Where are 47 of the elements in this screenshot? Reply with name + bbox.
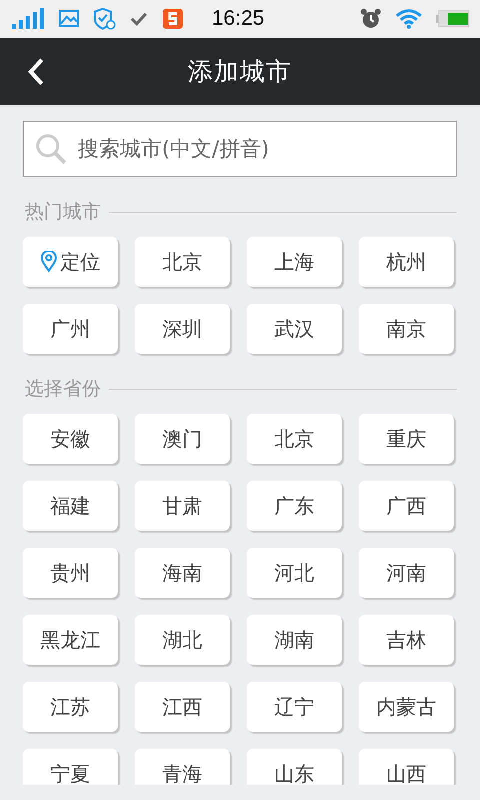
page-title: 添加城市 xyxy=(188,56,292,88)
check-icon xyxy=(130,12,148,26)
section-title: 选择省份 xyxy=(25,377,101,402)
section-title: 热门城市 xyxy=(25,200,101,225)
search-field[interactable]: 搜索城市(中文/拼音) xyxy=(23,121,457,177)
city-button[interactable]: 宁夏 xyxy=(23,749,118,785)
city-button[interactable]: 北京 xyxy=(247,414,342,464)
city-button[interactable]: 南京 xyxy=(359,304,454,354)
signal-icon xyxy=(12,8,44,30)
city-button[interactable]: 甘肃 xyxy=(135,481,230,531)
city-button[interactable]: 黑龙江 xyxy=(23,615,118,665)
city-button[interactable]: 湖南 xyxy=(247,615,342,665)
back-button[interactable] xyxy=(26,56,46,88)
city-button[interactable]: 海南 xyxy=(135,548,230,598)
app-icon xyxy=(162,8,184,30)
image-icon xyxy=(58,9,80,29)
city-button[interactable]: 辽宁 xyxy=(247,682,342,732)
locate-button[interactable]: 定位 xyxy=(23,237,118,287)
city-button[interactable]: 深圳 xyxy=(135,304,230,354)
shield-icon xyxy=(94,8,116,30)
city-button[interactable]: 杭州 xyxy=(359,237,454,287)
city-button[interactable]: 贵州 xyxy=(23,548,118,598)
battery-icon xyxy=(436,10,470,28)
city-button[interactable]: 吉林 xyxy=(359,615,454,665)
city-button[interactable]: 上海 xyxy=(247,237,342,287)
city-button[interactable]: 青海 xyxy=(135,749,230,785)
city-button[interactable]: 山西 xyxy=(359,749,454,785)
city-button[interactable]: 河南 xyxy=(359,548,454,598)
city-button[interactable]: 江苏 xyxy=(23,682,118,732)
city-button[interactable]: 广东 xyxy=(247,481,342,531)
city-button[interactable]: 武汉 xyxy=(247,304,342,354)
city-button[interactable]: 澳门 xyxy=(135,414,230,464)
city-button[interactable]: 北京 xyxy=(135,237,230,287)
city-button[interactable]: 重庆 xyxy=(359,414,454,464)
alarm-clock-icon xyxy=(360,8,382,30)
city-button[interactable]: 广西 xyxy=(359,481,454,531)
city-button[interactable]: 福建 xyxy=(23,481,118,531)
city-button[interactable]: 山东 xyxy=(247,749,342,785)
location-pin-icon xyxy=(40,251,56,273)
city-button[interactable]: 安徽 xyxy=(23,414,118,464)
city-button[interactable]: 江西 xyxy=(135,682,230,732)
city-button[interactable]: 河北 xyxy=(247,548,342,598)
clock-time: 16:25 xyxy=(212,7,265,31)
city-button[interactable]: 广州 xyxy=(23,304,118,354)
city-button[interactable]: 湖北 xyxy=(135,615,230,665)
wifi-icon xyxy=(396,9,422,29)
city-button[interactable]: 内蒙古 xyxy=(359,682,454,732)
